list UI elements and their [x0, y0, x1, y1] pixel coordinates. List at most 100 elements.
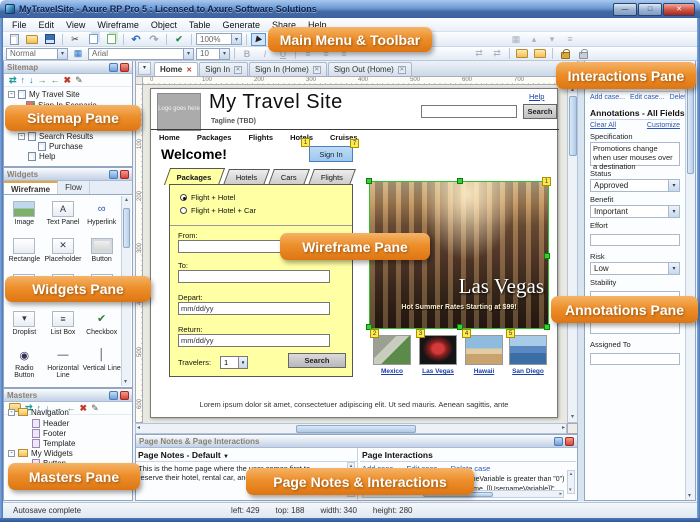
annotation-badge[interactable]: 1 — [542, 177, 551, 186]
filter-icon[interactable]: ▼ — [223, 454, 229, 460]
selection-handle[interactable] — [544, 324, 550, 330]
lock-icon[interactable] — [557, 47, 573, 60]
edit-case-link[interactable]: Edit case... — [630, 94, 665, 101]
masters-item-footer[interactable]: Footer — [32, 428, 66, 438]
ungroup-icon[interactable]: ⇄ — [489, 47, 505, 60]
pane-close-icon[interactable] — [120, 63, 129, 72]
header-search-input[interactable] — [421, 105, 517, 118]
menu-object[interactable]: Object — [145, 19, 183, 31]
tab-list-dropdown-icon[interactable]: ▾ — [138, 62, 151, 75]
tab-flow[interactable]: Flow — [58, 181, 90, 194]
booking-tab-cars[interactable]: Cars — [268, 169, 310, 185]
site-tagline[interactable]: Tagline (TBD) — [211, 118, 256, 125]
distribute-icon[interactable]: ≡ — [562, 33, 578, 46]
delete-page-icon[interactable]: ✖ — [64, 75, 72, 86]
menu-generate[interactable]: Generate — [216, 19, 266, 31]
effort-field[interactable] — [590, 234, 680, 246]
pane-minimize-icon[interactable] — [554, 437, 563, 446]
radio-flight-hotel[interactable]: Flight + Hotel — [180, 193, 235, 202]
annotation-badge[interactable]: 4 — [462, 329, 471, 338]
depart-input[interactable] — [178, 302, 330, 315]
scroll-down-icon[interactable]: ▾ — [568, 413, 577, 422]
maximize-button[interactable]: □ — [638, 3, 662, 16]
collapse-icon[interactable]: - — [8, 91, 15, 98]
unlock-icon[interactable] — [575, 47, 591, 60]
nav-flights[interactable]: Flights — [248, 133, 273, 142]
help-link[interactable]: Help — [529, 92, 544, 101]
menu-view[interactable]: View — [60, 19, 91, 31]
style-editor-icon[interactable]: ▦ — [70, 47, 86, 60]
new-icon[interactable] — [6, 33, 22, 46]
sign-in-button[interactable]: Sign In — [309, 146, 353, 162]
thumbnail-hawaii[interactable] — [465, 335, 503, 365]
dropdown-arrow-icon[interactable]: ▾ — [183, 49, 193, 59]
dropdown-arrow-icon[interactable]: ▾ — [219, 49, 229, 59]
link-las-vegas[interactable]: Las Vegas — [419, 368, 457, 375]
pane-minimize-icon[interactable] — [109, 391, 118, 400]
header-search-button[interactable]: Search — [523, 104, 557, 119]
collapse-icon[interactable]: - — [18, 133, 25, 140]
selection-handle[interactable] — [544, 253, 550, 259]
add-case-link[interactable]: Add case... — [590, 94, 625, 101]
tab-close-icon[interactable]: ✕ — [234, 66, 242, 74]
delete-case-link[interactable]: Delete case — [670, 94, 685, 101]
masters-item-template[interactable]: Template — [32, 438, 75, 448]
booking-tab-flights[interactable]: Flights — [308, 169, 356, 185]
dropdown-arrow-icon[interactable]: ▾ — [238, 357, 247, 368]
menu-file[interactable]: File — [6, 19, 33, 31]
undo-icon[interactable]: ↶ — [128, 33, 144, 46]
align-bottom-icon[interactable]: ▾ — [544, 33, 560, 46]
annotation-badge[interactable]: 3 — [416, 329, 425, 338]
annotation-badge[interactable]: 2 — [370, 329, 379, 338]
risk-select[interactable]: Low▾ — [590, 262, 680, 275]
move-down-icon[interactable]: ↓ — [29, 75, 34, 85]
thumbnail-las-vegas[interactable] — [419, 335, 457, 365]
dropdown-arrow-icon[interactable]: ▾ — [668, 263, 679, 274]
open-icon[interactable] — [24, 33, 40, 46]
masters-item-header[interactable]: Header — [32, 418, 69, 428]
widget-image[interactable]: Image — [5, 196, 44, 233]
sitemap-item-search-results[interactable]: - Search Results — [18, 131, 93, 141]
widget-droplist[interactable]: ▾Droplist — [5, 306, 44, 343]
widget-rectangle[interactable]: Rectangle — [5, 233, 44, 270]
widget-checkbox[interactable]: ✔Checkbox — [82, 306, 121, 343]
canvas-horizontal-scrollbar[interactable]: ◂ ▸ — [135, 423, 567, 434]
bold-icon[interactable]: B — [239, 47, 255, 60]
panel-search-button[interactable]: Search — [288, 353, 346, 368]
menu-table[interactable]: Table — [183, 19, 217, 31]
annotation-badge[interactable]: 7 — [350, 139, 359, 148]
font-size-select[interactable]: 10▾ — [196, 48, 230, 60]
to-input[interactable] — [178, 270, 330, 283]
selection-handle[interactable] — [457, 178, 463, 184]
widget-text-panel[interactable]: AText Panel — [44, 196, 83, 233]
tab-wireframe[interactable]: Wireframe — [4, 181, 58, 194]
dropdown-arrow-icon[interactable]: ▾ — [668, 206, 679, 217]
masters-item-navigation[interactable]: - Navigation — [8, 407, 69, 417]
annotation-badge[interactable]: 5 — [506, 329, 515, 338]
site-title[interactable]: My Travel Site — [209, 91, 343, 114]
radio-flight-hotel-car[interactable]: Flight + Hotel + Car — [180, 206, 256, 215]
target-release-field[interactable] — [590, 322, 680, 334]
indent-icon[interactable]: → — [38, 75, 47, 85]
close-button[interactable]: ✕ — [663, 3, 695, 16]
sitemap-item-my-travel-site[interactable]: - My Travel Site — [8, 89, 80, 99]
booking-tab-hotels[interactable]: Hotels — [223, 169, 270, 185]
align-top-icon[interactable]: ▴ — [526, 33, 542, 46]
tab-sign-in-home[interactable]: Sign In (Home)✕ — [249, 62, 327, 76]
scrollbar-thumb[interactable] — [123, 208, 130, 248]
pane-minimize-icon[interactable] — [109, 63, 118, 72]
menu-wireframe[interactable]: Wireframe — [91, 19, 145, 31]
tab-close-icon[interactable]: ✕ — [313, 66, 321, 74]
widget-radio-button[interactable]: ◉Radio Button — [5, 342, 44, 386]
move-up-icon[interactable]: ↑ — [21, 75, 26, 85]
case-scrollbar-v[interactable]: ▴ ▾ — [567, 470, 575, 494]
dropdown-arrow-icon[interactable]: ▾ — [668, 180, 679, 191]
tab-close-icon[interactable]: ✕ — [186, 66, 192, 74]
pane-close-icon[interactable] — [120, 391, 129, 400]
layout-icon[interactable]: ▦ — [508, 33, 524, 46]
widget-list-box[interactable]: ≡List Box — [44, 306, 83, 343]
export-folder-icon[interactable] — [514, 47, 530, 60]
customize-link[interactable]: Customize — [647, 122, 680, 129]
annotations-scrollbar[interactable]: ▴ ▾ — [685, 74, 695, 500]
scrollbar-thumb[interactable] — [687, 84, 694, 174]
